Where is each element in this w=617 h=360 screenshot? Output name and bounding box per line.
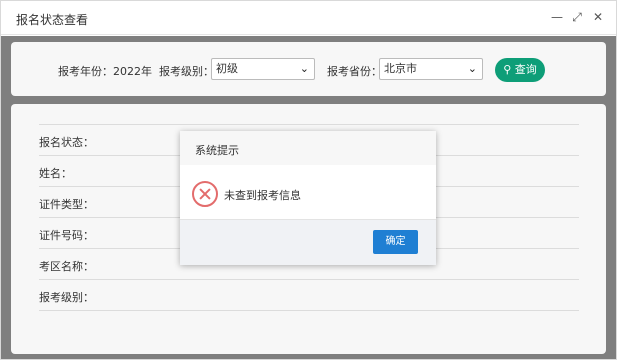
query-panel: 报考年份： 2022年 报考级别： 初级 ⌄ 报考省份： 北京市 ⌄ ⚲ 查询: [11, 42, 606, 96]
dialog-message: 未查到报考信息: [224, 189, 301, 202]
close-icon[interactable]: ✕: [591, 10, 605, 24]
status-label: 报名状态：: [39, 136, 94, 149]
level-info-label: 报考级别：: [39, 291, 94, 304]
name-label: 姓名：: [39, 167, 72, 180]
ok-button[interactable]: 确定: [373, 230, 418, 254]
level-label: 报考级别：: [159, 65, 214, 78]
province-select[interactable]: 北京市 ⌄: [379, 58, 483, 80]
province-label: 报考省份：: [327, 65, 382, 78]
id-type-label: 证件类型：: [39, 198, 94, 211]
chevron-down-icon: ⌄: [467, 62, 477, 75]
level-select-value: 初级: [216, 62, 238, 75]
dialog-footer: 确定: [180, 219, 436, 265]
info-divider: [39, 310, 579, 311]
system-dialog: 系统提示 未查到报考信息 确定: [180, 131, 436, 265]
exam-area-label: 考区名称：: [39, 260, 94, 273]
window-titlebar: 报名状态查看 — ⤢ ✕: [1, 1, 616, 35]
year-value: 2022年: [113, 65, 152, 78]
dialog-title: 系统提示: [195, 144, 239, 157]
info-row-level: 报考级别：: [39, 279, 579, 310]
chevron-down-icon: ⌄: [299, 62, 309, 75]
id-number-label: 证件号码：: [39, 229, 94, 242]
level-select[interactable]: 初级 ⌄: [211, 58, 315, 80]
search-icon: ⚲: [503, 63, 512, 76]
dialog-header: 系统提示: [180, 131, 436, 165]
window-title: 报名状态查看: [16, 13, 89, 27]
error-icon: [192, 181, 218, 207]
minimize-icon[interactable]: —: [550, 10, 564, 24]
maximize-icon[interactable]: ⤢: [570, 10, 584, 24]
province-select-value: 北京市: [384, 62, 417, 75]
search-button[interactable]: ⚲ 查询: [495, 58, 545, 82]
year-label: 报考年份：: [58, 65, 113, 78]
search-button-label: 查询: [514, 63, 537, 76]
